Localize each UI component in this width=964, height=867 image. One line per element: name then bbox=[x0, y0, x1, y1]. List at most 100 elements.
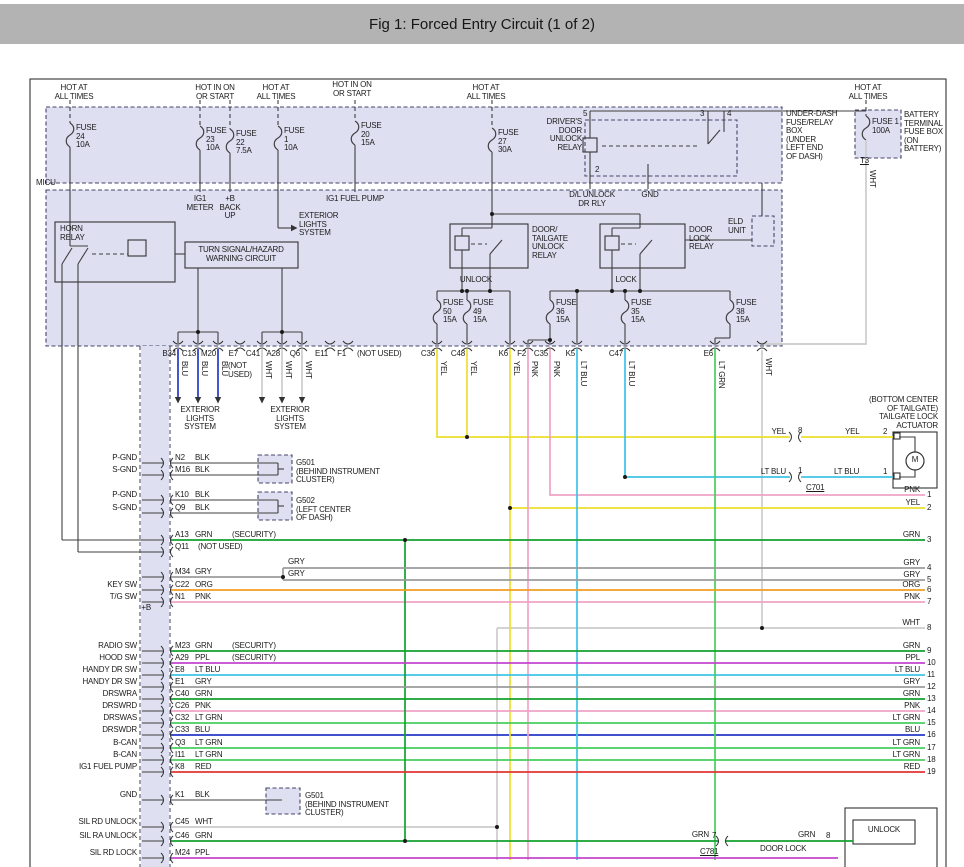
arrow-down-icon bbox=[279, 397, 285, 404]
connector-number: 1 bbox=[927, 491, 931, 500]
junction-dot bbox=[623, 475, 627, 479]
diagram-label: BATTERY TERMINAL FUSE BOX (ON BATTERY) bbox=[904, 111, 943, 154]
diagram-label: LT BLU bbox=[627, 361, 635, 386]
diagram-label: M20 bbox=[201, 350, 216, 359]
diagram-label: FUSE 1 10A bbox=[284, 127, 305, 153]
diagram-label: GRN bbox=[692, 831, 709, 840]
diagram-label: UNDER-DASH FUSE/RELAY BOX (UNDER LEFT EN… bbox=[786, 110, 837, 162]
diagram-label: BLU bbox=[180, 361, 188, 376]
wire-color-label: BLK bbox=[195, 454, 210, 463]
diagram-label: DRIVER'S DOOR UNLOCK RELAY bbox=[547, 118, 583, 152]
junction-dot bbox=[760, 626, 764, 630]
diagram-label: ELD UNIT bbox=[728, 218, 746, 235]
arrow-down-icon bbox=[195, 397, 201, 404]
diagram-label: K5 bbox=[566, 350, 575, 359]
junction-dot bbox=[548, 338, 552, 342]
row-note: (SECURITY) bbox=[232, 531, 276, 540]
connector-number: 16 bbox=[927, 731, 936, 740]
wiring-diagram: HOT AT ALL TIMESHOT IN ON OR STARTHOT AT… bbox=[0, 0, 964, 867]
diagram-label: FUSE 50 15A bbox=[443, 299, 464, 325]
junction-dot bbox=[490, 212, 494, 216]
pin-id: Q9 bbox=[175, 504, 185, 513]
wire-color-label: RED bbox=[904, 763, 920, 772]
diagram-label: C35 bbox=[534, 350, 548, 359]
diagram-label: 2 bbox=[883, 428, 887, 437]
pin-id: K10 bbox=[175, 491, 189, 500]
diagram-label: G502 (LEFT CENTER OF DASH) bbox=[296, 497, 351, 523]
diagram-label: YEL bbox=[512, 361, 520, 376]
diagram-label: WHT bbox=[304, 361, 312, 379]
diagram-label: IG1 METER bbox=[186, 195, 213, 212]
row-label: P-GND bbox=[112, 491, 137, 500]
diagram-label: YEL bbox=[845, 428, 860, 437]
junction-dot bbox=[281, 575, 285, 579]
row-label: SIL RD LOCK bbox=[90, 849, 137, 858]
wire-color-label: LT GRN bbox=[195, 739, 222, 748]
junction-dot bbox=[638, 289, 642, 293]
pin-id: Q3 bbox=[175, 739, 185, 748]
row-label: HOOD SW bbox=[99, 654, 137, 663]
pin-id: A13 bbox=[175, 531, 189, 540]
diagram-label: WHT bbox=[264, 361, 272, 379]
pin-id: A29 bbox=[175, 654, 189, 663]
wire-color-label: PNK bbox=[195, 593, 211, 602]
wire-color-label: GRY bbox=[903, 559, 920, 568]
junction-dot bbox=[460, 289, 464, 293]
diagram-label: TURN SIGNAL/HAZARD WARNING CIRCUIT bbox=[198, 246, 283, 263]
junction-dot bbox=[623, 289, 627, 293]
row-label: B-CAN bbox=[113, 751, 137, 760]
wire-color-label: GRY bbox=[903, 678, 920, 687]
wire-color-label: LT GRN bbox=[893, 739, 920, 748]
diagram-label: C41 bbox=[246, 350, 260, 359]
diagram-label: (NOT USED) bbox=[228, 362, 252, 379]
pin-id: N1 bbox=[175, 593, 185, 602]
wire-color-label: BLU bbox=[905, 726, 920, 735]
row-note: (SECURITY) bbox=[232, 642, 276, 651]
wire-color-label: GRY bbox=[195, 568, 212, 577]
diagram-label: (BOTTOM CENTER OF TAILGATE) TAILGATE LOC… bbox=[869, 396, 938, 430]
pin-id: C45 bbox=[175, 818, 189, 827]
connector-number: 6 bbox=[927, 586, 931, 595]
junction-dot bbox=[403, 538, 407, 542]
diagram-label: FUSE 38 15A bbox=[736, 299, 757, 325]
connector-number: 13 bbox=[927, 695, 936, 704]
diagram-label: GRY bbox=[288, 570, 305, 579]
arrow-down-icon bbox=[175, 397, 181, 404]
diagram-label: 5 bbox=[583, 110, 587, 119]
diagram-label: G501 (BEHIND INSTRUMENT CLUSTER) bbox=[305, 792, 389, 818]
wire-color-label: PNK bbox=[904, 593, 920, 602]
pin-id: C46 bbox=[175, 832, 189, 841]
wire-color-label: PPL bbox=[195, 849, 210, 858]
diagram-label: GND bbox=[641, 191, 658, 200]
pin-id: M23 bbox=[175, 642, 190, 651]
connector-number: 19 bbox=[927, 768, 936, 777]
wire-color-label: ORG bbox=[902, 581, 920, 590]
diagram-label: HOT IN ON OR START bbox=[332, 81, 371, 98]
row-label: DRSWRD bbox=[102, 702, 137, 711]
row-label: HANDY DR SW bbox=[82, 666, 137, 675]
connector-number: 14 bbox=[927, 707, 936, 716]
connector-number: 5 bbox=[927, 576, 931, 585]
diagram-label: G501 (BEHIND INSTRUMENT CLUSTER) bbox=[296, 459, 380, 485]
wire-color-label: GRN bbox=[195, 531, 212, 540]
connector-icon bbox=[171, 547, 174, 557]
row-label: GND bbox=[120, 791, 137, 800]
diagram-label: FUSE 24 10A bbox=[76, 124, 97, 150]
diagram-label: E7 bbox=[229, 350, 238, 359]
diagram-label: LT BLU bbox=[761, 468, 786, 477]
wire-color-label: LT GRN bbox=[195, 714, 222, 723]
diagram-label: DOOR/ TAILGATE UNLOCK RELAY bbox=[532, 226, 568, 260]
arrow-down-icon bbox=[299, 397, 305, 404]
diagram-label: HOT IN ON OR START bbox=[195, 84, 234, 101]
row-label: SIL RD UNLOCK bbox=[79, 818, 137, 827]
diagram-label: UNLOCK bbox=[868, 826, 900, 835]
diagram-label: BLU bbox=[220, 361, 228, 376]
diagram-label: Q6 bbox=[290, 350, 300, 359]
diagram-label: GRN bbox=[798, 831, 815, 840]
diagram-label: HOT AT ALL TIMES bbox=[55, 84, 94, 101]
connector-number: 17 bbox=[927, 744, 936, 753]
junction-dot bbox=[465, 435, 469, 439]
diagram-label: 4 bbox=[727, 110, 731, 119]
row-label: DRSWRA bbox=[103, 690, 137, 699]
diagram-label: F2 bbox=[517, 350, 526, 359]
